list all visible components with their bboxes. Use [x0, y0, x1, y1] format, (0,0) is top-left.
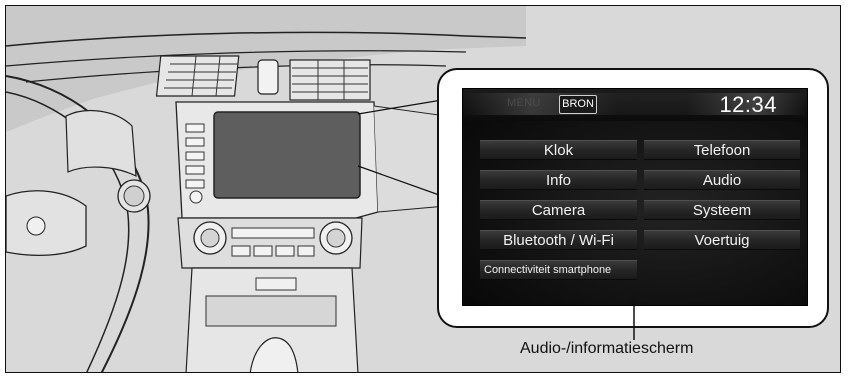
screen-caption: Audio-/informatiescherm — [520, 340, 694, 357]
caption-pointer — [629, 294, 639, 340]
